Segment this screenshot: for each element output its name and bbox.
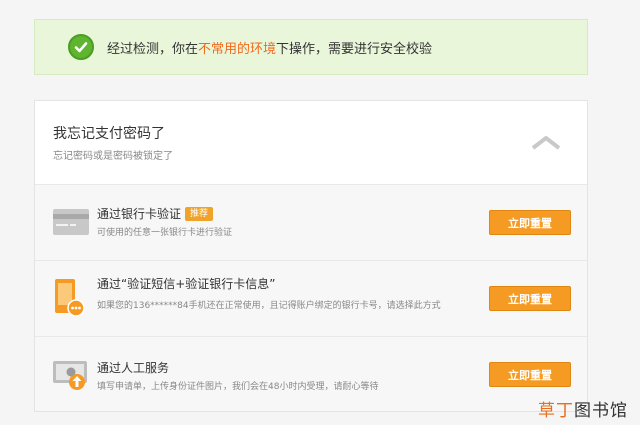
forgot-password-panel: 我忘记支付密码了 忘记密码或是密码被锁定了 通过银行卡验证 推荐 可使用的任意一张… [34, 100, 588, 412]
option-bank-card: 通过银行卡验证 推荐 可使用的任意一张银行卡进行验证 立即重置 [35, 185, 587, 261]
panel-header[interactable]: 我忘记支付密码了 忘记密码或是密码被锁定了 [35, 101, 587, 185]
option-title: 通过银行卡验证 推荐 [97, 205, 214, 222]
phone-sms-icon [55, 279, 85, 317]
option-manual-service: 通过人工服务 填写申请单，上传身份证件图片，我们会在48小时内受理，请耐心等待 … [35, 337, 587, 411]
option-desc: 填写申请单，上传身份证件图片，我们会在48小时内受理，请耐心等待 [97, 382, 379, 392]
option-title: 通过“验证短信+验证银行卡信息” [97, 277, 276, 291]
chevron-up-icon[interactable] [531, 133, 561, 151]
recommend-badge: 推荐 [185, 206, 214, 221]
reset-button-manual-service[interactable]: 立即重置 [489, 362, 571, 387]
option-desc: 如果您的136******84手机还在正常使用，且记得账户绑定的银行卡号，请选择… [97, 301, 441, 311]
bank-card-icon [53, 209, 89, 235]
watermark: 草丁 图书馆 [538, 401, 628, 421]
notice-text: 经过检测，你在不常用的环境下操作，需要进行安全校验 [107, 41, 433, 57]
panel-subtitle: 忘记密码或是密码被锁定了 [53, 151, 173, 162]
option-desc: 可使用的任意一张银行卡进行验证 [97, 228, 233, 238]
check-icon [68, 34, 94, 60]
option-title: 通过人工服务 [97, 361, 170, 375]
reset-options: 通过银行卡验证 推荐 可使用的任意一张银行卡进行验证 立即重置 通过“验证短信+验… [35, 185, 587, 411]
reset-button-bank-card[interactable]: 立即重置 [489, 210, 571, 235]
security-notice: 经过检测，你在不常用的环境下操作，需要进行安全校验 [34, 19, 588, 75]
notice-highlight: 不常用的环境 [198, 41, 277, 57]
reset-button-sms-card[interactable]: 立即重置 [489, 286, 571, 311]
id-upload-icon [53, 361, 87, 390]
option-sms-card: 通过“验证短信+验证银行卡信息” 如果您的136******84手机还在正常使用… [35, 261, 587, 337]
panel-title: 我忘记支付密码了 [53, 126, 165, 142]
